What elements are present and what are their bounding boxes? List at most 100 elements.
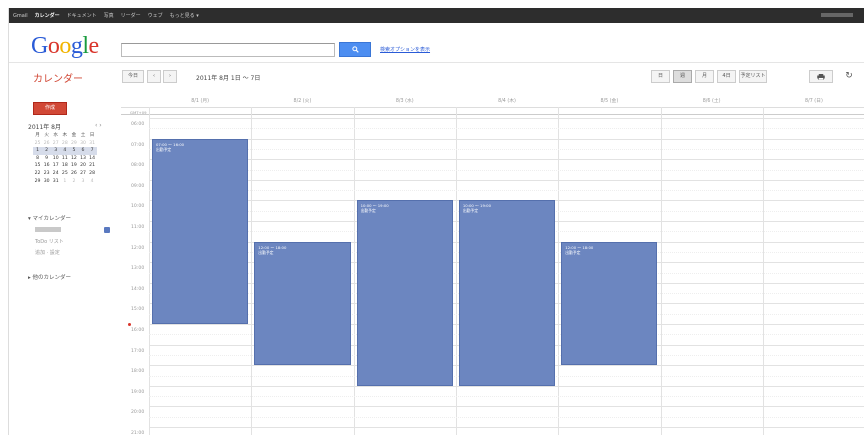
mini-day[interactable]: 29 (69, 140, 78, 148)
half-hour-line (149, 148, 864, 150)
mini-day[interactable]: 19 (69, 162, 78, 170)
mini-day[interactable]: 7 (87, 147, 97, 155)
hour-label: 09:00 (131, 183, 145, 189)
mini-day[interactable]: 20 (78, 162, 87, 170)
view-button[interactable]: 日 (651, 70, 670, 83)
prev-week-button[interactable]: ‹ (147, 70, 161, 83)
mini-calendar-title[interactable]: 2011年 8月 (28, 122, 61, 131)
mini-day[interactable]: 23 (42, 170, 51, 178)
mini-day[interactable]: 11 (60, 155, 69, 163)
calendar-event[interactable]: 10:00 ～ 19:00 出勤予定 (356, 200, 453, 386)
google-logo[interactable]: Google (31, 33, 99, 60)
calendar-item-settings[interactable]: 追加 · 設定 (35, 249, 60, 256)
mini-day[interactable]: 13 (78, 155, 87, 163)
logo-letter: G (31, 33, 48, 59)
logo-letter: e (88, 33, 100, 59)
day-header[interactable]: 8/5 (金) (558, 97, 660, 104)
toolbar: カレンダー 今日 ‹ › 2011年 8月 1日 ～ 7日 日週月 4日 予定リスト… (9, 64, 864, 90)
gbar-link[interactable]: ウェブ (148, 12, 163, 19)
mini-day[interactable]: 25 (60, 170, 69, 178)
refresh-button[interactable]: ↻ (841, 70, 857, 83)
mini-day[interactable]: 30 (78, 140, 87, 148)
mini-day[interactable]: 1 (60, 178, 69, 186)
account-name[interactable] (821, 13, 853, 17)
mini-day[interactable]: 29 (33, 178, 42, 186)
mini-day[interactable]: 28 (60, 140, 69, 148)
calendar-color-swatch[interactable] (104, 227, 110, 233)
gbar-link[interactable]: リーダー (121, 12, 141, 19)
mini-day[interactable]: 24 (51, 170, 60, 178)
event-title: 出勤予定 (462, 208, 479, 214)
view-button[interactable]: 週 (673, 70, 692, 83)
mini-day[interactable]: 6 (78, 147, 88, 155)
day-header[interactable]: 8/4 (木) (456, 97, 558, 104)
mini-day[interactable]: 18 (60, 162, 69, 170)
mini-day[interactable]: 31 (88, 140, 97, 148)
mini-day[interactable]: 28 (88, 170, 97, 178)
mini-day[interactable]: 5 (69, 147, 79, 155)
calendar-event[interactable]: 10:00 ～ 19:00 出勤予定 (458, 200, 556, 386)
mini-day[interactable]: 3 (51, 147, 61, 155)
hour-label: 11:00 (131, 225, 145, 230)
mini-day[interactable]: 4 (60, 147, 70, 155)
mini-day[interactable]: 4 (88, 178, 97, 186)
mini-day[interactable]: 14 (88, 155, 97, 163)
all-day-row[interactable] (121, 107, 864, 115)
mini-weekday: 土 (80, 133, 86, 138)
half-hour-line (149, 396, 864, 398)
mini-day[interactable]: 9 (42, 155, 51, 163)
other-calendars-header[interactable]: ▸ 他のカレンダー (28, 273, 71, 281)
gbar-link[interactable]: カレンダー (35, 12, 60, 19)
week-grid[interactable]: GMT+09 8/1 (月) 8/2 (火) 8/3 (水) 8/4 (木) 8/5 (… (121, 90, 864, 435)
gbar-link[interactable]: ドキュメント (67, 12, 97, 19)
mini-day[interactable]: 8 (33, 155, 42, 163)
calendar-event[interactable]: 07:00 ～ 16:00 出勤予定 (152, 138, 249, 324)
mini-day[interactable]: 25 (33, 140, 42, 148)
mini-day[interactable]: 16 (42, 162, 51, 170)
mini-day[interactable]: 26 (69, 170, 78, 178)
mini-day[interactable]: 27 (51, 140, 60, 148)
mini-day[interactable]: 27 (78, 170, 87, 178)
calendar-event[interactable]: 12:00 ～ 18:00 出勤予定 (254, 241, 351, 366)
mini-day[interactable]: 21 (88, 162, 97, 170)
search-button[interactable] (339, 42, 371, 57)
my-calendars-header[interactable]: ▾ マイカレンダー (28, 214, 71, 222)
today-button[interactable]: 今日 (122, 70, 144, 83)
mini-day[interactable]: 3 (78, 178, 87, 186)
refresh-icon: ↻ (845, 71, 853, 81)
mini-day[interactable]: 30 (42, 178, 51, 186)
mini-day[interactable]: 2 (69, 178, 78, 186)
gbar-link[interactable]: Gmail (13, 13, 28, 19)
calendar-item-primary[interactable] (35, 227, 61, 232)
view-button[interactable]: 予定リスト (739, 70, 767, 83)
print-button[interactable] (809, 70, 833, 83)
mini-day[interactable]: 15 (33, 162, 42, 170)
hour-label: 06:00 (131, 122, 145, 127)
calendar-item-tasks[interactable]: ToDo リスト (35, 238, 64, 245)
create-event-button[interactable]: 作成 (33, 102, 67, 115)
mini-day[interactable]: 17 (51, 162, 60, 170)
event-title: 出勤予定 (360, 208, 376, 214)
mini-day[interactable]: 1 (33, 147, 43, 155)
gbar-link[interactable]: 写真 (104, 12, 114, 19)
day-header[interactable]: 8/1 (月) (149, 97, 251, 104)
mini-day[interactable]: 12 (69, 155, 78, 163)
search-options-link[interactable]: 検索オプションを表示 (380, 46, 430, 53)
next-week-button[interactable]: › (163, 70, 177, 83)
day-header[interactable]: 8/7 (日) (763, 97, 864, 104)
view-button[interactable]: 4日 (717, 70, 736, 83)
mini-day[interactable]: 22 (33, 170, 42, 178)
gbar-link[interactable]: もっと見る ▾ (170, 12, 199, 19)
mini-calendar-nav[interactable]: ‹ › (95, 122, 102, 129)
mini-day[interactable]: 26 (42, 140, 51, 148)
day-header[interactable]: 8/2 (火) (251, 97, 353, 104)
mini-day[interactable]: 2 (42, 147, 52, 155)
day-header[interactable]: 8/6 (土) (661, 97, 763, 104)
mini-day[interactable]: 10 (51, 155, 60, 163)
timezone-label: GMT+09 (130, 110, 147, 115)
search-input[interactable] (121, 43, 335, 57)
view-button[interactable]: 月 (695, 70, 714, 83)
mini-day[interactable]: 31 (51, 178, 60, 186)
calendar-event[interactable]: 12:00 ～ 18:00 出勤予定 (561, 241, 658, 366)
day-header[interactable]: 8/3 (水) (354, 97, 456, 104)
